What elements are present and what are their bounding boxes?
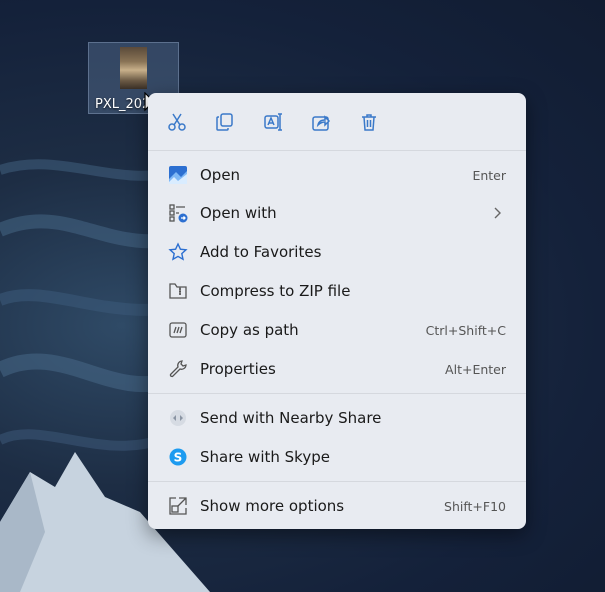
rename-button[interactable] xyxy=(260,109,286,135)
skype-icon: S xyxy=(168,447,188,467)
menu-item-open-with[interactable]: Open with xyxy=(154,196,520,230)
image-thumbnail xyxy=(120,47,147,89)
more-options-icon xyxy=(168,496,188,516)
menu-item-label: Share with Skype xyxy=(200,448,330,466)
menu-item-label: Properties xyxy=(200,360,276,378)
cut-button[interactable] xyxy=(164,109,190,135)
rename-icon xyxy=(264,113,282,131)
menu-item-label: Show more options xyxy=(200,497,345,515)
menu-item-open[interactable]: Open Enter xyxy=(154,158,520,192)
menu-item-label: Add to Favorites xyxy=(200,243,322,261)
menu-item-nearby-share[interactable]: Send with Nearby Share xyxy=(154,401,520,435)
menu-item-compress-zip[interactable]: Compress to ZIP file xyxy=(154,274,520,308)
wrench-icon xyxy=(168,359,188,379)
photos-app-icon xyxy=(168,165,188,185)
zip-folder-icon xyxy=(168,281,188,301)
copy-path-icon xyxy=(168,320,188,340)
menu-item-label: Open xyxy=(200,166,241,184)
share-icon xyxy=(312,115,331,131)
menu-divider xyxy=(148,393,526,394)
menu-item-show-more-options[interactable]: Show more options Shift+F10 xyxy=(154,489,520,523)
scissors-icon xyxy=(168,113,186,131)
nearby-share-icon xyxy=(168,408,188,428)
delete-button[interactable] xyxy=(356,109,382,135)
context-menu-toolbar xyxy=(148,93,526,150)
menu-divider xyxy=(148,481,526,482)
menu-item-label: Copy as path xyxy=(200,321,299,339)
menu-item-shortcut: Shift+F10 xyxy=(444,498,506,514)
menu-item-shortcut: Ctrl+Shift+C xyxy=(425,322,506,338)
open-with-icon xyxy=(168,203,188,223)
share-button[interactable] xyxy=(308,109,334,135)
toolbar-divider xyxy=(148,150,526,151)
menu-item-share-skype[interactable]: S Share with Skype xyxy=(154,440,520,474)
copy-icon xyxy=(216,113,233,131)
context-menu: Open Enter Open with Add to Favorites Co… xyxy=(148,93,526,529)
copy-button[interactable] xyxy=(212,109,238,135)
desktop-file-label: PXL_202 xyxy=(95,97,151,112)
menu-item-properties[interactable]: Properties Alt+Enter xyxy=(154,352,520,386)
menu-item-label: Open with xyxy=(200,204,277,222)
trash-icon xyxy=(362,114,376,131)
svg-text:S: S xyxy=(174,451,183,465)
chevron-right-icon xyxy=(494,207,501,219)
menu-item-shortcut: Alt+Enter xyxy=(445,361,506,377)
menu-item-label: Compress to ZIP file xyxy=(200,282,351,300)
star-icon xyxy=(168,242,188,262)
menu-item-shortcut: Enter xyxy=(472,167,506,183)
menu-item-copy-as-path[interactable]: Copy as path Ctrl+Shift+C xyxy=(154,313,520,347)
menu-item-add-to-favorites[interactable]: Add to Favorites xyxy=(154,235,520,269)
menu-item-label: Send with Nearby Share xyxy=(200,409,382,427)
